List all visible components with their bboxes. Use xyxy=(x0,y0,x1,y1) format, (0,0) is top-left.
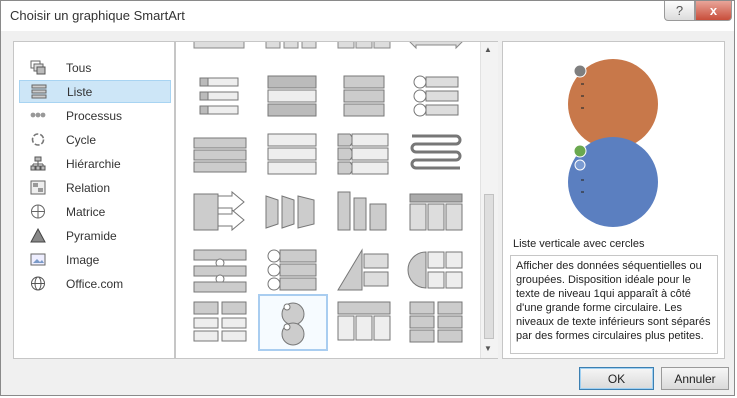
picture-icon xyxy=(29,252,47,268)
category-image[interactable]: Image xyxy=(19,248,171,271)
category-label: Tous xyxy=(66,60,92,75)
close-button[interactable]: x xyxy=(695,1,732,21)
smartart-dialog: Choisir un graphique SmartArt ? x Tous L… xyxy=(0,0,735,396)
help-button[interactable]: ? xyxy=(664,1,695,21)
pyramid-icon xyxy=(29,228,47,244)
scroll-up-icon[interactable]: ▲ xyxy=(484,45,492,54)
title-bar: Choisir un graphique SmartArt ? x xyxy=(1,1,734,31)
category-liste[interactable]: Liste xyxy=(19,80,171,103)
all-layouts-icon xyxy=(29,60,47,76)
category-processus[interactable]: Processus xyxy=(19,104,171,127)
category-label: Cycle xyxy=(66,132,97,147)
preview-description: Afficher des données séquentielles ou gr… xyxy=(510,255,718,354)
scrollbar-thumb[interactable] xyxy=(484,194,494,339)
category-label: Relation xyxy=(66,180,111,195)
globe-icon xyxy=(29,276,47,292)
layout-thumbnail[interactable] xyxy=(334,72,394,120)
preview-small-circle xyxy=(574,159,586,171)
layout-thumbnail[interactable] xyxy=(190,72,250,120)
layout-thumbnail-selected[interactable] xyxy=(258,294,328,351)
category-office-com[interactable]: Office.com xyxy=(19,272,171,295)
category-label: Liste xyxy=(67,84,93,99)
relationship-icon xyxy=(29,180,47,196)
category-hierarchie[interactable]: Hiérarchie xyxy=(19,152,171,175)
layout-thumbnail[interactable] xyxy=(334,41,394,60)
layout-thumbnail[interactable] xyxy=(334,298,394,346)
layout-thumbnail[interactable] xyxy=(190,246,250,294)
layout-thumbnail[interactable] xyxy=(334,188,394,236)
layout-thumbnail[interactable] xyxy=(406,246,466,294)
layout-thumbnail[interactable] xyxy=(262,72,322,120)
category-label: Office.com xyxy=(66,276,124,291)
layout-thumbnail[interactable] xyxy=(262,41,322,60)
layout-thumbnail[interactable] xyxy=(334,130,394,178)
layout-thumbnail[interactable] xyxy=(190,41,250,60)
layout-thumbnail[interactable] xyxy=(190,188,250,236)
gallery-scrollbar[interactable]: ▲ ▼ xyxy=(480,42,498,358)
category-cycle[interactable]: Cycle xyxy=(19,128,171,151)
category-pyramide[interactable]: Pyramide xyxy=(19,224,171,247)
ok-button[interactable]: OK xyxy=(579,367,654,390)
layout-thumbnail[interactable] xyxy=(406,41,466,60)
category-label: Processus xyxy=(66,108,123,123)
cancel-button[interactable]: Annuler xyxy=(661,367,729,390)
cycle-icon xyxy=(29,132,47,148)
category-label: Hiérarchie xyxy=(66,156,121,171)
scroll-down-icon[interactable]: ▼ xyxy=(484,344,492,353)
preview-pane: Liste verticale avec cercles Afficher de… xyxy=(502,41,725,359)
layout-thumbnail[interactable] xyxy=(406,72,466,120)
hierarchy-icon xyxy=(29,156,47,172)
layout-thumbnail[interactable] xyxy=(262,188,322,236)
layout-thumbnail[interactable] xyxy=(406,188,466,236)
preview-small-circle xyxy=(573,64,587,78)
preview-title: Liste verticale avec cercles xyxy=(513,238,645,250)
preview-small-circle xyxy=(573,144,587,158)
preview-diagram xyxy=(568,59,658,227)
layout-gallery xyxy=(175,41,498,359)
category-list: Tous Liste Processus Cycle Hiérarchie Re… xyxy=(13,41,175,359)
layout-thumbnail[interactable] xyxy=(406,298,466,346)
category-relation[interactable]: Relation xyxy=(19,176,171,199)
category-matrice[interactable]: Matrice xyxy=(19,200,171,223)
list-icon xyxy=(30,84,48,100)
layout-thumbnail[interactable] xyxy=(190,130,250,178)
process-icon xyxy=(29,108,47,124)
category-label: Image xyxy=(66,252,100,267)
category-label: Matrice xyxy=(66,204,106,219)
matrix-icon xyxy=(29,204,47,220)
category-label: Pyramide xyxy=(66,228,117,243)
dialog-title: Choisir un graphique SmartArt xyxy=(10,8,185,23)
layout-thumbnail[interactable] xyxy=(334,246,394,294)
category-tous[interactable]: Tous xyxy=(19,56,171,79)
layout-thumbnail[interactable] xyxy=(262,130,322,178)
layout-thumbnail[interactable] xyxy=(262,246,322,294)
layout-thumbnail[interactable] xyxy=(406,130,466,178)
layout-thumbnail[interactable] xyxy=(190,298,250,346)
